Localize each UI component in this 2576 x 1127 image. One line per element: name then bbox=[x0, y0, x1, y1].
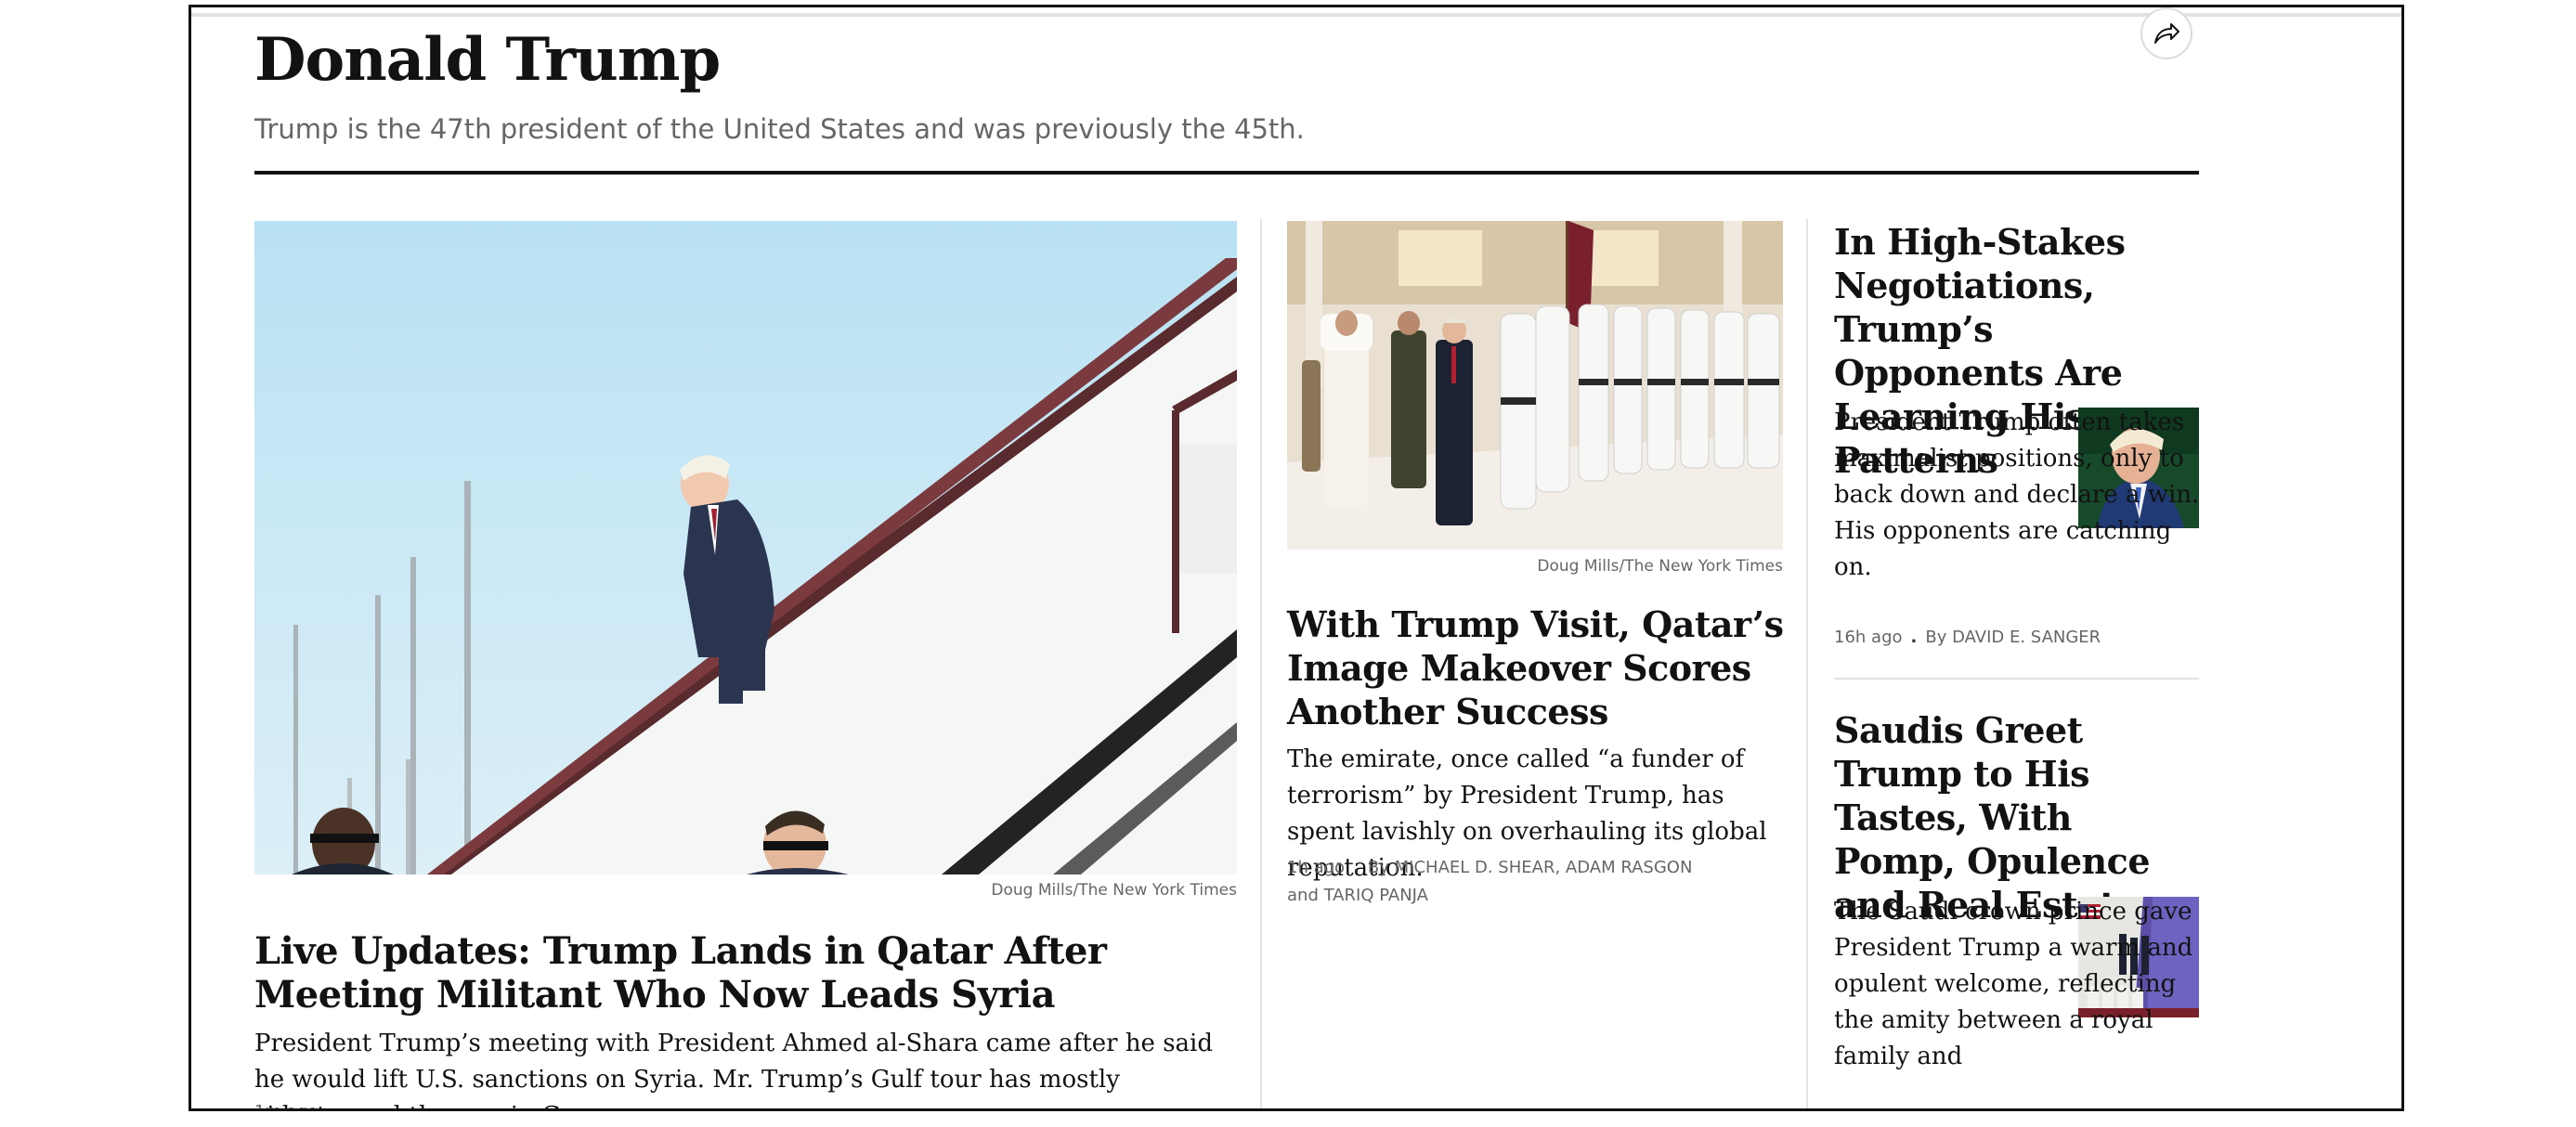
column-divider bbox=[1806, 219, 1808, 1108]
lead-story-photo[interactable] bbox=[254, 221, 1237, 874]
right-story-separator bbox=[1834, 678, 2199, 680]
page-description: Trump is the 47th president of the Unite… bbox=[254, 113, 1305, 145]
middle-story-headline[interactable]: With Trump Visit, Qatar’s Image Makeover… bbox=[1287, 602, 1789, 733]
share-button[interactable] bbox=[2140, 7, 2192, 59]
right-story-1-meta: 16h ago. By DAVID E. SANGER bbox=[1834, 624, 2101, 652]
middle-story-meta: 1h ago. By MICHAEL D. SHEAR, ADAM RASGON … bbox=[1287, 854, 1714, 910]
honor-guard-image bbox=[1287, 221, 1783, 550]
page-frame: Donald Trump Trump is the 47th president… bbox=[189, 5, 2404, 1111]
right-story-2-summary: The Saudi crown prince gave President Tr… bbox=[1834, 898, 2193, 1070]
page-title: Donald Trump bbox=[254, 25, 721, 95]
right-story-1-timestamp: 16h ago bbox=[1834, 628, 1903, 647]
top-divider bbox=[191, 13, 2401, 17]
meta-dot: . bbox=[1910, 628, 1918, 647]
lead-photo-credit: Doug Mills/The New York Times bbox=[991, 881, 1237, 900]
meta-dot: . bbox=[1353, 858, 1360, 877]
lead-story-summary: President Trump’s meeting with President… bbox=[254, 1030, 1214, 1108]
column-divider bbox=[1260, 219, 1262, 1108]
middle-photo-credit: Doug Mills/The New York Times bbox=[1537, 557, 1783, 576]
right-story-1-byline: By DAVID E. SANGER bbox=[1925, 628, 2101, 647]
middle-story-timestamp: 1h ago bbox=[1287, 858, 1346, 877]
share-arrow-icon bbox=[2154, 23, 2179, 44]
lead-story-timestamp: 1m ago bbox=[254, 1098, 318, 1108]
right-story-1-summary: President Trump often takes maximalist p… bbox=[1834, 408, 2200, 581]
airplane-stairs-image bbox=[254, 221, 1237, 874]
header-rule bbox=[254, 171, 2199, 175]
lead-story-headline[interactable]: Live Updates: Trump Lands in Qatar After… bbox=[254, 929, 1237, 1017]
middle-story-photo[interactable] bbox=[1287, 221, 1783, 550]
